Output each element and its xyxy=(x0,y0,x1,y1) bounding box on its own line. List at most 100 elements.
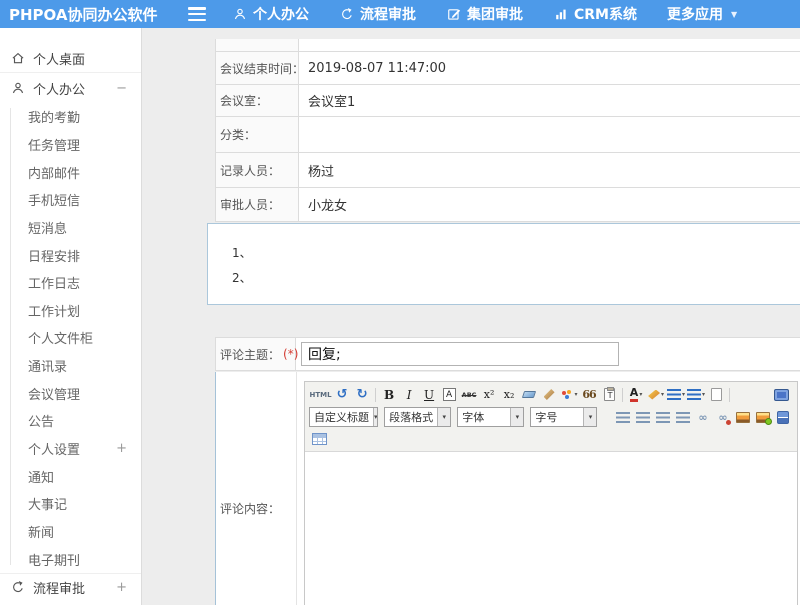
format-brush-icon[interactable] xyxy=(540,386,559,404)
fullscreen-icon[interactable] xyxy=(772,386,791,404)
nav-item-crm-system[interactable]: CRM系统 xyxy=(553,4,637,24)
sidebar-item-workflow-approval[interactable]: 流程审批+ xyxy=(0,573,141,601)
align-center-icon xyxy=(636,412,650,423)
sidebar-item-notice[interactable]: 通知 xyxy=(0,462,141,490)
new-page-icon[interactable] xyxy=(707,386,726,404)
color-palette-icon[interactable]: ▾ xyxy=(560,386,579,404)
source-html-icon[interactable]: HTML xyxy=(310,386,332,404)
sidebar-item-short-message[interactable]: 短消息 xyxy=(0,214,141,242)
unordered-list-icon xyxy=(687,389,701,400)
sidebar-item-work-diary[interactable]: 工作日志 xyxy=(0,269,141,297)
sidebar-item-my-attendance[interactable]: 我的考勤 xyxy=(0,103,141,131)
paste-icon[interactable] xyxy=(600,386,619,404)
caret-down-icon: ▾ xyxy=(682,391,685,398)
image-icon xyxy=(736,412,750,423)
highlight-pen-icon[interactable]: ▾ xyxy=(647,386,666,404)
nav-item-label: 更多应用 xyxy=(667,4,723,24)
caret-down-icon: ▼ xyxy=(731,10,737,19)
bold-icon[interactable]: B xyxy=(380,386,399,404)
strikethrough-icon[interactable]: ABC xyxy=(460,386,479,404)
nav-item-group-approval[interactable]: 集团审批 xyxy=(446,4,523,24)
nav-item-workflow-approval[interactable]: 流程审批 xyxy=(339,4,416,24)
comment-subject-input[interactable] xyxy=(301,342,619,366)
subject-label-text: 评论主题： xyxy=(220,346,280,363)
nav-item-personal-office[interactable]: 个人办公 xyxy=(232,4,309,24)
subscript-icon: x₂ xyxy=(504,388,515,401)
sidebar: 个人桌面个人办公−我的考勤任务管理内部邮件手机短信短消息日程安排工作日志工作计划… xyxy=(0,28,142,605)
underline-icon[interactable]: U xyxy=(420,386,439,404)
editor-content-area[interactable] xyxy=(305,452,797,605)
paragraph-format-select[interactable]: 段落格式▾ xyxy=(384,407,451,427)
undo-icon[interactable]: ↺ xyxy=(333,386,352,404)
sidebar-item-work-plan[interactable]: 工作计划 xyxy=(0,296,141,324)
sidebar-item-label: 新闻 xyxy=(28,522,54,541)
sidebar-item-big-events[interactable]: 大事记 xyxy=(0,490,141,518)
sidebar-item-contacts[interactable]: 通讯录 xyxy=(0,352,141,380)
sidebar-item-schedule[interactable]: 日程安排 xyxy=(0,241,141,269)
form-value xyxy=(299,39,800,51)
flash-image-icon xyxy=(756,412,770,423)
nav-item-more-apps[interactable]: 更多应用 ▼ xyxy=(667,4,737,24)
blockquote-icon[interactable]: 66 xyxy=(580,386,599,404)
sidebar-item-e-journal[interactable]: 电子期刊 xyxy=(0,545,141,573)
unlink-icon[interactable]: ∞ xyxy=(713,408,732,426)
heading-select[interactable]: 自定义标题▾ xyxy=(309,407,378,427)
expand-icon[interactable]: + xyxy=(116,441,127,456)
italic-icon[interactable]: I xyxy=(400,386,419,404)
align-center-icon[interactable] xyxy=(633,408,652,426)
image-icon[interactable] xyxy=(733,408,752,426)
form-label xyxy=(216,39,299,51)
superscript-icon[interactable]: x² xyxy=(480,386,499,404)
media-icon[interactable] xyxy=(773,408,792,426)
sidebar-item-announcement[interactable]: 公告 xyxy=(0,407,141,435)
sidebar-item-task-management[interactable]: 任务管理 xyxy=(0,131,141,159)
subscript-icon[interactable]: x₂ xyxy=(500,386,519,404)
select-label: 字体 xyxy=(458,409,510,425)
redo-icon[interactable]: ↻ xyxy=(353,386,372,404)
hamburger-icon[interactable] xyxy=(188,7,206,21)
home-icon xyxy=(10,51,25,66)
strikethrough-icon: ABC xyxy=(462,391,477,399)
select-label: 段落格式 xyxy=(385,409,437,425)
sidebar-item-mobile-sms[interactable]: 手机短信 xyxy=(0,186,141,214)
eraser-icon[interactable] xyxy=(520,386,539,404)
table-grid-icon[interactable] xyxy=(310,430,329,448)
font-dialog-icon[interactable]: A xyxy=(440,386,459,404)
align-left-icon[interactable] xyxy=(613,408,632,426)
chart-icon xyxy=(553,7,568,22)
sidebar-item-label: 个人文件柜 xyxy=(28,328,93,347)
ordered-list-icon[interactable]: ▾ xyxy=(667,386,686,404)
meeting-notes-box[interactable]: 1、2、 xyxy=(207,223,800,305)
sidebar-item-personal-settings[interactable]: 个人设置+ xyxy=(0,435,141,463)
font-color-icon[interactable]: A▾ xyxy=(627,386,646,404)
sidebar-item-personal-office[interactable]: 个人办公− xyxy=(0,73,141,103)
caret-down-icon: ▾ xyxy=(575,391,578,398)
meeting-form-table: 会议结束时间：2019-08-07 11:47:00会议室：会议室1分类：记录人… xyxy=(215,39,800,222)
expand-icon[interactable]: + xyxy=(116,580,127,595)
font-color-icon: A xyxy=(630,387,639,402)
font-dialog-icon: A xyxy=(443,388,456,401)
toolbar-separator xyxy=(375,388,376,402)
flash-image-icon[interactable] xyxy=(753,408,772,426)
align-right-icon[interactable] xyxy=(653,408,672,426)
collapse-icon[interactable]: − xyxy=(116,81,127,96)
user-icon xyxy=(10,81,25,96)
toolbar-row-3 xyxy=(309,429,793,449)
link-icon[interactable]: ∞ xyxy=(693,408,712,426)
superscript-icon: x² xyxy=(484,388,495,401)
font-family-select[interactable]: 字体▾ xyxy=(457,407,524,427)
sidebar-item-news[interactable]: 新闻 xyxy=(0,518,141,546)
align-justify-icon[interactable] xyxy=(673,408,692,426)
unordered-list-icon[interactable]: ▾ xyxy=(687,386,706,404)
sidebar-item-label: 手机短信 xyxy=(28,190,80,209)
flow-icon xyxy=(339,7,354,22)
media-icon xyxy=(777,411,789,424)
fullscreen-icon xyxy=(774,389,789,401)
new-page-icon xyxy=(711,388,722,401)
font-size-select[interactable]: 字号▾ xyxy=(530,407,597,427)
sidebar-item-internal-mail[interactable]: 内部邮件 xyxy=(0,158,141,186)
sidebar-item-meeting-management[interactable]: 会议管理 xyxy=(0,379,141,407)
sidebar-item-personal-desktop[interactable]: 个人桌面 xyxy=(0,44,141,73)
sidebar-item-personal-file-cabinet[interactable]: 个人文件柜 xyxy=(0,324,141,352)
form-value: 杨过 xyxy=(299,153,800,187)
